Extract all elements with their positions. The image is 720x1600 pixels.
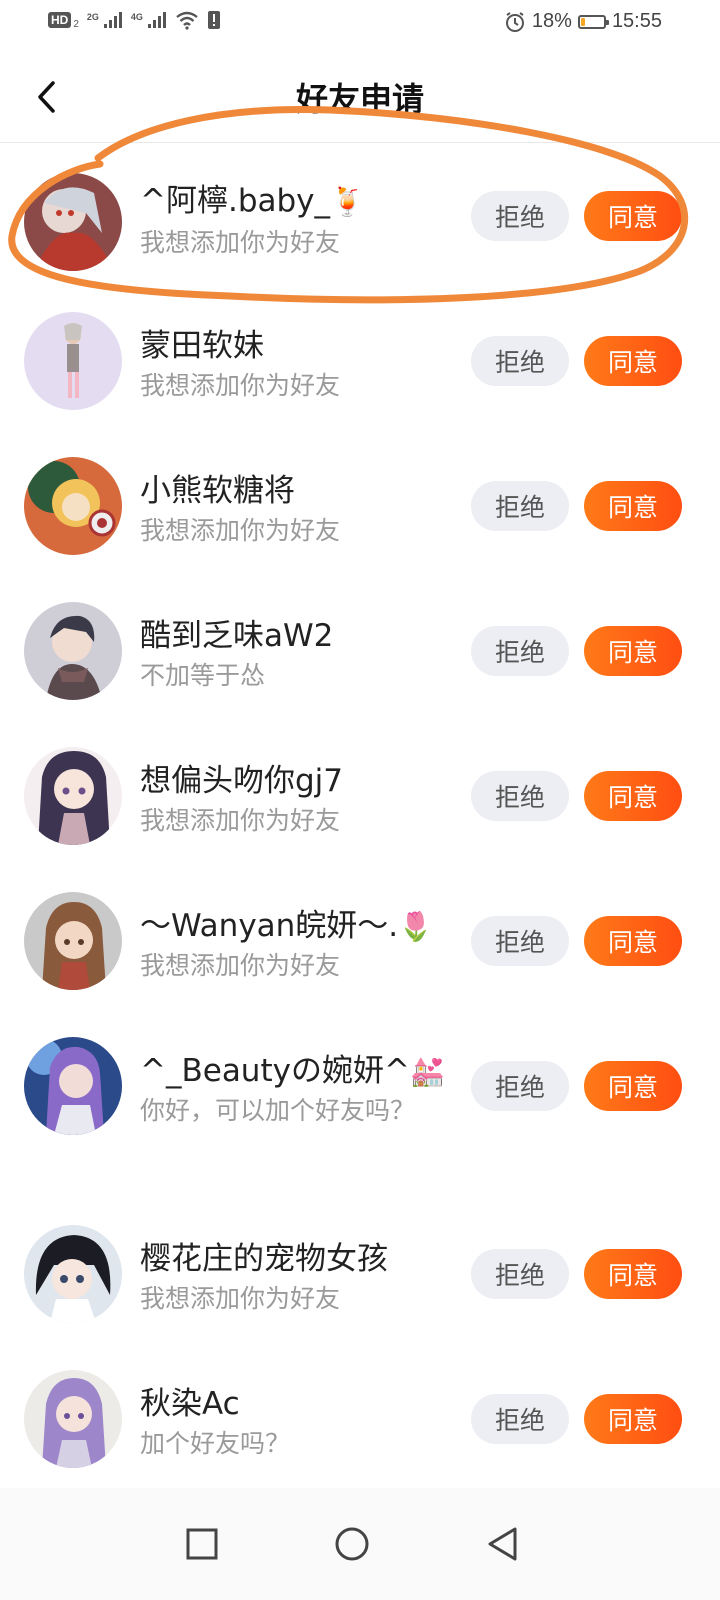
reject-button[interactable]: 拒绝 [471, 771, 569, 821]
accept-button[interactable]: 同意 [584, 626, 682, 676]
list-item: ～Wanyan皖妍～.🌷 我想添加你为好友 拒绝 同意 [0, 868, 720, 1013]
list-item: 酷到乏味aW2 不加等于怂 拒绝 同意 [0, 578, 720, 723]
wifi-icon [176, 11, 198, 30]
avatar[interactable] [24, 1037, 122, 1135]
requester-name: ～Wanyan皖妍～.🌷 [140, 908, 434, 944]
list-item: ^_Beautyの婉妍^💒 你好，可以加个好友吗？ 拒绝 同意 [0, 1013, 720, 1201]
reject-button[interactable]: 拒绝 [471, 1061, 569, 1111]
list-item: 小熊软糖将 我想添加你为好友 拒绝 同意 [0, 433, 720, 578]
avatar[interactable] [24, 173, 122, 271]
list-item: 秋染Ac 加个好友吗？ 拒绝 同意 [0, 1346, 720, 1491]
requester-name: ^_Beautyの婉妍^💒 [140, 1053, 445, 1089]
requester-name: ^阿檸.baby_🍹 [140, 183, 365, 219]
page-title: 好友申请 [295, 80, 424, 118]
status-bar: HD 2 2G 4G 18% 15:55 [0, 0, 720, 50]
friend-request-list: ^阿檸.baby_🍹 我想添加你为好友 拒绝 同意 蒙田软妹 我想添加你为好友 … [0, 143, 720, 1491]
request-message: 不加等于怂 [140, 661, 266, 690]
request-message: 我想添加你为好友 [140, 371, 341, 400]
avatar[interactable] [24, 747, 122, 845]
requester-name: 想偏头吻你gj7 [140, 763, 344, 799]
system-back-button[interactable] [482, 1524, 522, 1564]
battery-level [580, 17, 585, 26]
hd-sub-label: 2 [73, 18, 79, 30]
wedding-emoji: 💒 [409, 1055, 445, 1088]
status-bar-left: HD 2 2G 4G [48, 10, 221, 30]
request-message: 我想添加你为好友 [140, 806, 341, 835]
reject-button[interactable]: 拒绝 [471, 1394, 569, 1444]
requester-name: 秋染Ac [140, 1386, 240, 1422]
circle-icon [335, 1527, 369, 1561]
requester-name: 樱花庄的宠物女孩 [140, 1241, 388, 1277]
reject-button[interactable]: 拒绝 [471, 336, 569, 386]
hd-badge: HD [48, 12, 72, 28]
square-icon [186, 1528, 218, 1560]
network-type-2: 4G [130, 12, 143, 22]
request-message: 我想添加你为好友 [140, 1284, 341, 1313]
avatar[interactable] [24, 892, 122, 990]
avatar[interactable] [24, 1225, 122, 1323]
requester-name: 小熊软糖将 [140, 473, 295, 509]
list-item: 蒙田软妹 我想添加你为好友 拒绝 同意 [0, 288, 720, 433]
accept-button[interactable]: 同意 [584, 481, 682, 531]
accept-button[interactable]: 同意 [584, 1249, 682, 1299]
reject-button[interactable]: 拒绝 [471, 481, 569, 531]
list-item: 想偏头吻你gj7 我想添加你为好友 拒绝 同意 [0, 723, 720, 868]
list-item: ^阿檸.baby_🍹 我想添加你为好友 拒绝 同意 [0, 143, 720, 288]
requester-name: 蒙田软妹 [140, 328, 264, 364]
request-message: 我想添加你为好友 [140, 228, 341, 257]
request-message: 我想添加你为好友 [140, 951, 341, 980]
screen: HD 2 2G 4G 18% 15:55 好友申请 ^阿檸.baby_🍹 我想添… [0, 0, 720, 1600]
cocktail-emoji: 🍹 [330, 185, 365, 218]
reject-button[interactable]: 拒绝 [471, 1249, 569, 1299]
reject-button[interactable]: 拒绝 [471, 191, 569, 241]
reject-button[interactable]: 拒绝 [471, 916, 569, 966]
home-button[interactable] [332, 1524, 372, 1564]
requester-name: 酷到乏味aW2 [140, 618, 334, 654]
avatar[interactable] [24, 1370, 122, 1468]
accept-button[interactable]: 同意 [584, 336, 682, 386]
accept-button[interactable]: 同意 [584, 191, 682, 241]
accept-button[interactable]: 同意 [584, 916, 682, 966]
recents-button[interactable] [182, 1524, 222, 1564]
battery-icon [577, 14, 609, 29]
network-type-1: 2G [86, 12, 99, 22]
accept-button[interactable]: 同意 [584, 1394, 682, 1444]
system-nav-bar [0, 1488, 720, 1600]
sim-alert-icon [207, 11, 220, 29]
alarm-icon [505, 11, 524, 32]
reject-button[interactable]: 拒绝 [471, 626, 569, 676]
tulip-emoji: 🌷 [398, 910, 434, 943]
triangle-back-icon [488, 1527, 517, 1561]
accept-button[interactable]: 同意 [584, 1061, 682, 1111]
avatar[interactable] [24, 602, 122, 700]
signal-icon [103, 12, 122, 28]
accept-button[interactable]: 同意 [584, 771, 682, 821]
list-item: 樱花庄的宠物女孩 我想添加你为好友 拒绝 同意 [0, 1201, 720, 1346]
request-message: 加个好友吗？ [140, 1429, 291, 1458]
status-bar-right: 18% 15:55 [504, 10, 662, 33]
request-message: 我想添加你为好友 [140, 516, 341, 545]
avatar[interactable] [24, 457, 122, 555]
header: 好友申请 [0, 50, 720, 143]
signal-icon [147, 12, 166, 28]
request-message: 你好，可以加个好友吗？ [140, 1096, 416, 1125]
battery-percent: 18% [531, 10, 572, 32]
avatar[interactable] [24, 312, 122, 410]
clock: 15:55 [611, 10, 662, 32]
